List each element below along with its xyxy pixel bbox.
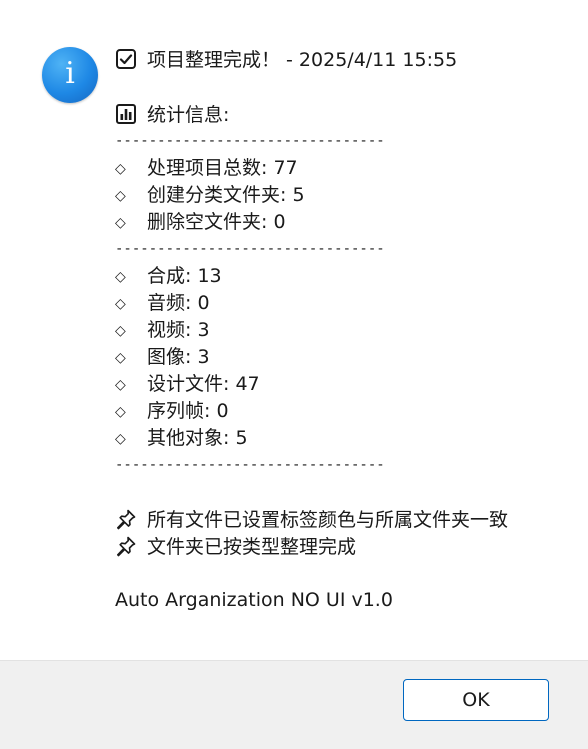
version-text: Auto Arganization NO UI v1.0: [115, 589, 393, 611]
diamond-bullet-icon: ◇: [115, 404, 126, 420]
list-item: ◇ 合成: 13: [115, 263, 222, 290]
category-compositions: 合成: 13: [147, 265, 222, 287]
pushpin-icon: [117, 509, 136, 530]
summary-deleted-folders: 删除空文件夹: 0: [147, 211, 286, 233]
separator-3: --------------------------------: [115, 457, 385, 473]
diamond-bullet-icon: ◇: [115, 269, 126, 285]
note-folders-text: 文件夹已按类型整理完成: [147, 536, 357, 558]
diamond-bullet-icon: ◇: [115, 377, 126, 393]
diamond-bullet-icon: ◇: [115, 296, 126, 312]
stats-heading: 统计信息:: [115, 102, 229, 129]
category-other-objects: 其他对象: 5: [147, 427, 248, 449]
note-labels-text: 所有文件已设置标签颜色与所属文件夹一致: [147, 509, 509, 531]
list-item: ◇ 设计文件: 47: [115, 371, 260, 398]
list-item: ◇ 序列帧: 0: [115, 398, 229, 425]
diamond-bullet-icon: ◇: [115, 323, 126, 339]
note-line: 文件夹已按类型整理完成: [115, 534, 356, 561]
list-item: ◇ 音频: 0: [115, 290, 210, 317]
list-item: ◇ 图像: 3: [115, 344, 210, 371]
stats-heading-text: 统计信息:: [147, 104, 230, 126]
diamond-bullet-icon: ◇: [115, 350, 126, 366]
note-line: 所有文件已设置标签颜色与所属文件夹一致: [115, 507, 508, 534]
category-design-files: 设计文件: 47: [147, 373, 260, 395]
info-glyph: i: [65, 56, 75, 91]
pushpin-icon: [117, 536, 136, 557]
diamond-bullet-icon: ◇: [115, 431, 126, 447]
header-line: 项目整理完成！ - 2025/4/11 15:55: [115, 47, 457, 74]
message-dialog: i 项目整理完成！ - 2025/4/11 15:55 统计信息: ------…: [0, 0, 588, 749]
diamond-bullet-icon: ◇: [115, 161, 126, 177]
ok-button[interactable]: OK: [403, 679, 549, 721]
separator-1: --------------------------------: [115, 133, 385, 149]
header-text: 项目整理完成！ - 2025/4/11 15:55: [147, 49, 458, 71]
bar-chart-icon: [116, 104, 136, 124]
summary-total-projects: 处理项目总数: 77: [147, 157, 298, 179]
list-item: ◇ 删除空文件夹: 0: [115, 209, 286, 236]
diamond-bullet-icon: ◇: [115, 215, 126, 231]
list-item: ◇ 视频: 3: [115, 317, 210, 344]
category-images: 图像: 3: [147, 346, 210, 368]
info-icon: i: [42, 47, 98, 103]
category-video: 视频: 3: [147, 319, 210, 341]
separator-2: --------------------------------: [115, 241, 385, 257]
category-sequences: 序列帧: 0: [147, 400, 229, 422]
summary-created-folders: 创建分类文件夹: 5: [147, 184, 305, 206]
category-audio: 音频: 0: [147, 292, 210, 314]
list-item: ◇ 处理项目总数: 77: [115, 155, 298, 182]
diamond-bullet-icon: ◇: [115, 188, 126, 204]
checkbox-checked-icon: [116, 49, 136, 69]
list-item: ◇ 其他对象: 5: [115, 425, 248, 452]
list-item: ◇ 创建分类文件夹: 5: [115, 182, 305, 209]
